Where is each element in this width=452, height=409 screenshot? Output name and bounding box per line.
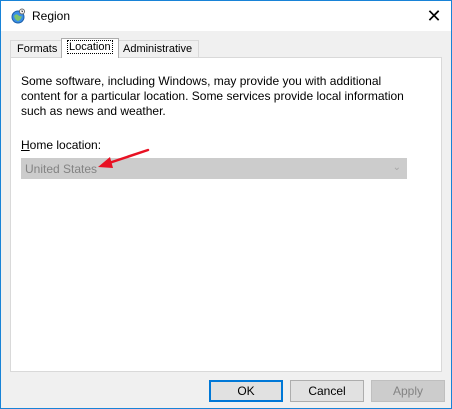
close-button[interactable]: ✕	[417, 1, 451, 31]
ok-button[interactable]: OK	[209, 380, 283, 402]
home-location-label-text: ome location:	[29, 138, 102, 152]
close-icon: ✕	[426, 5, 442, 26]
window-title: Region	[32, 9, 71, 23]
apply-button-label: Apply	[392, 384, 424, 398]
ok-button-label: OK	[237, 384, 255, 398]
chevron-down-icon: ⌄	[392, 162, 401, 173]
cancel-button[interactable]: Cancel	[290, 380, 364, 402]
location-panel: Some software, including Windows, may pr…	[10, 57, 442, 372]
tab-administrative[interactable]: Administrative	[116, 40, 200, 57]
region-globe-icon	[11, 8, 25, 24]
tab-administrative-label: Administrative	[123, 43, 193, 55]
apply-button[interactable]: Apply	[371, 380, 445, 402]
tab-formats[interactable]: Formats	[10, 40, 65, 57]
cancel-button-label: Cancel	[308, 384, 346, 398]
home-location-label: Home location:	[21, 138, 101, 152]
tab-formats-label: Formats	[17, 43, 58, 55]
tab-location[interactable]: Location	[61, 38, 119, 58]
red-arrow-annotation	[98, 148, 150, 168]
home-location-dropdown[interactable]: United States ⌄	[21, 158, 407, 179]
title-bar[interactable]: Region ✕	[1, 1, 451, 31]
region-dialog: Region ✕ Formats Location Administrative…	[0, 0, 452, 409]
tab-location-label: Location	[67, 40, 113, 54]
home-location-value: United States	[25, 162, 98, 176]
location-description: Some software, including Windows, may pr…	[21, 74, 404, 118]
home-location-access-key: H	[21, 138, 30, 152]
